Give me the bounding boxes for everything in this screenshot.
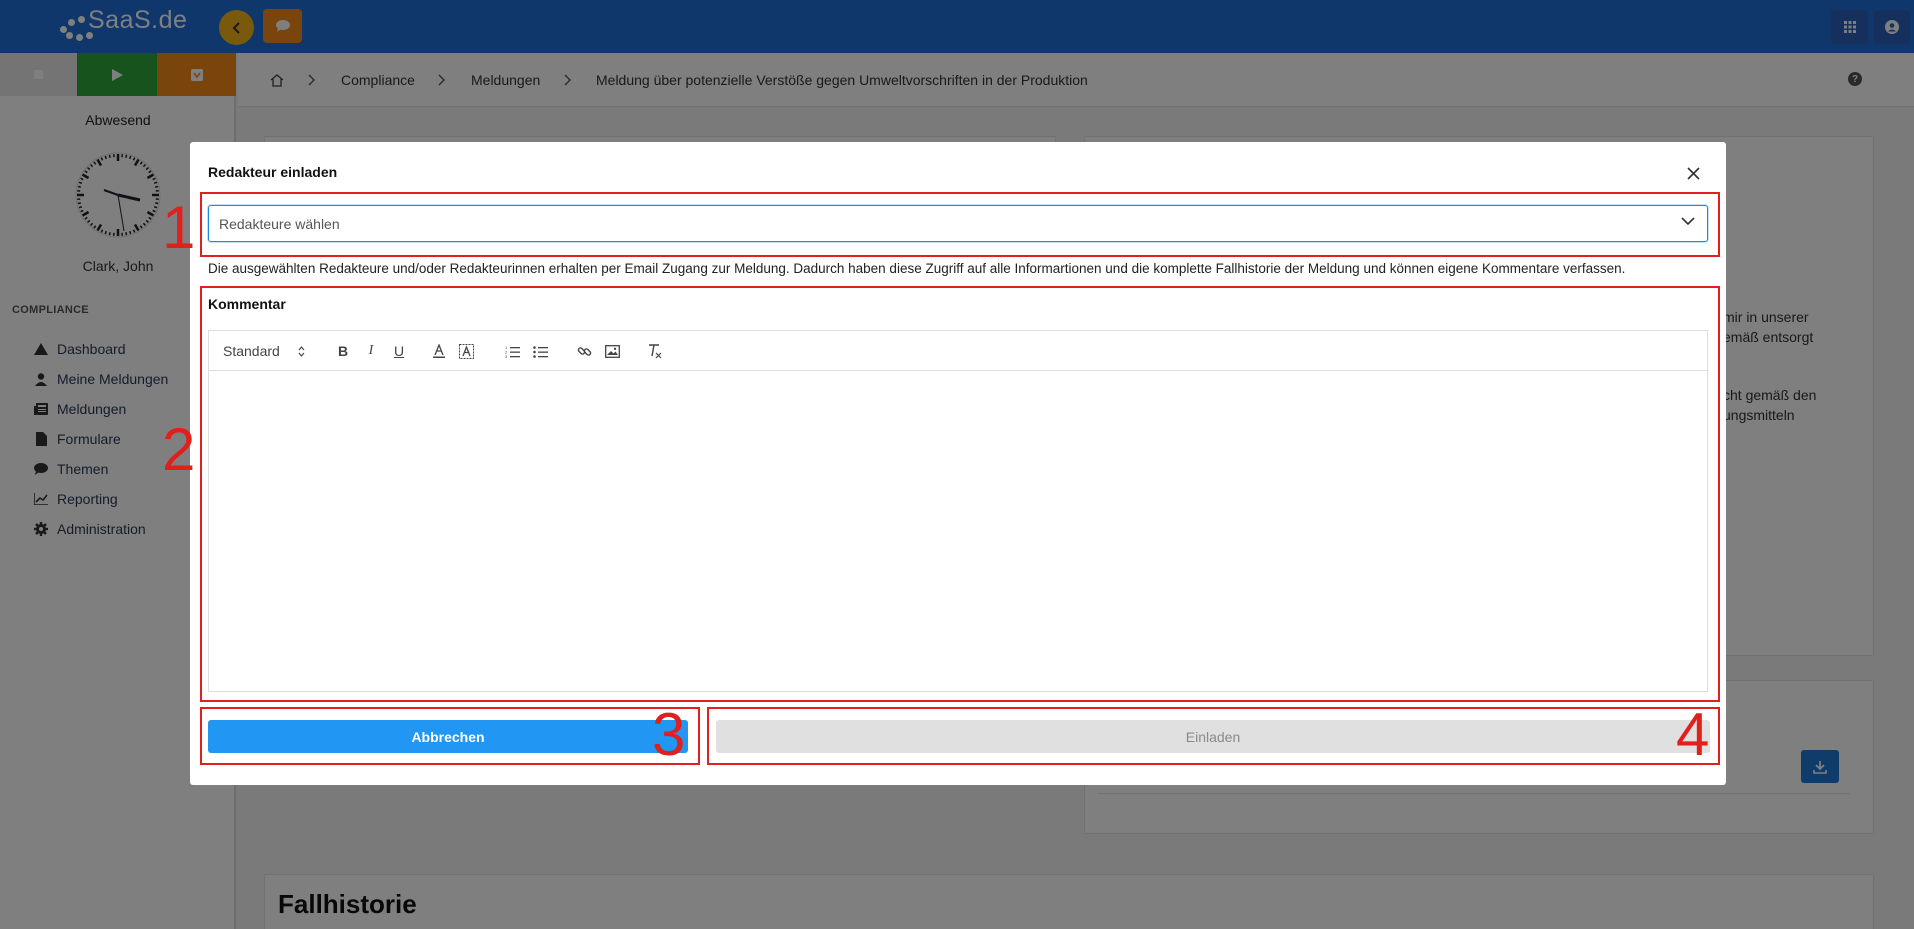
annotation-box-3: [200, 707, 700, 765]
annotation-number-3: 3: [652, 701, 686, 768]
close-icon[interactable]: [1684, 164, 1702, 182]
annotation-box-4: [707, 707, 1720, 765]
annotation-number-1: 1: [162, 194, 196, 261]
dialog-title: Redakteur einladen: [208, 164, 338, 180]
annotation-number-2: 2: [162, 416, 196, 483]
annotation-number-4: 4: [1676, 701, 1710, 768]
invite-info-text: Die ausgewählten Redakteure und/oder Red…: [208, 261, 1626, 276]
annotation-box-2: [200, 286, 1720, 702]
annotation-box-1: [200, 192, 1720, 257]
